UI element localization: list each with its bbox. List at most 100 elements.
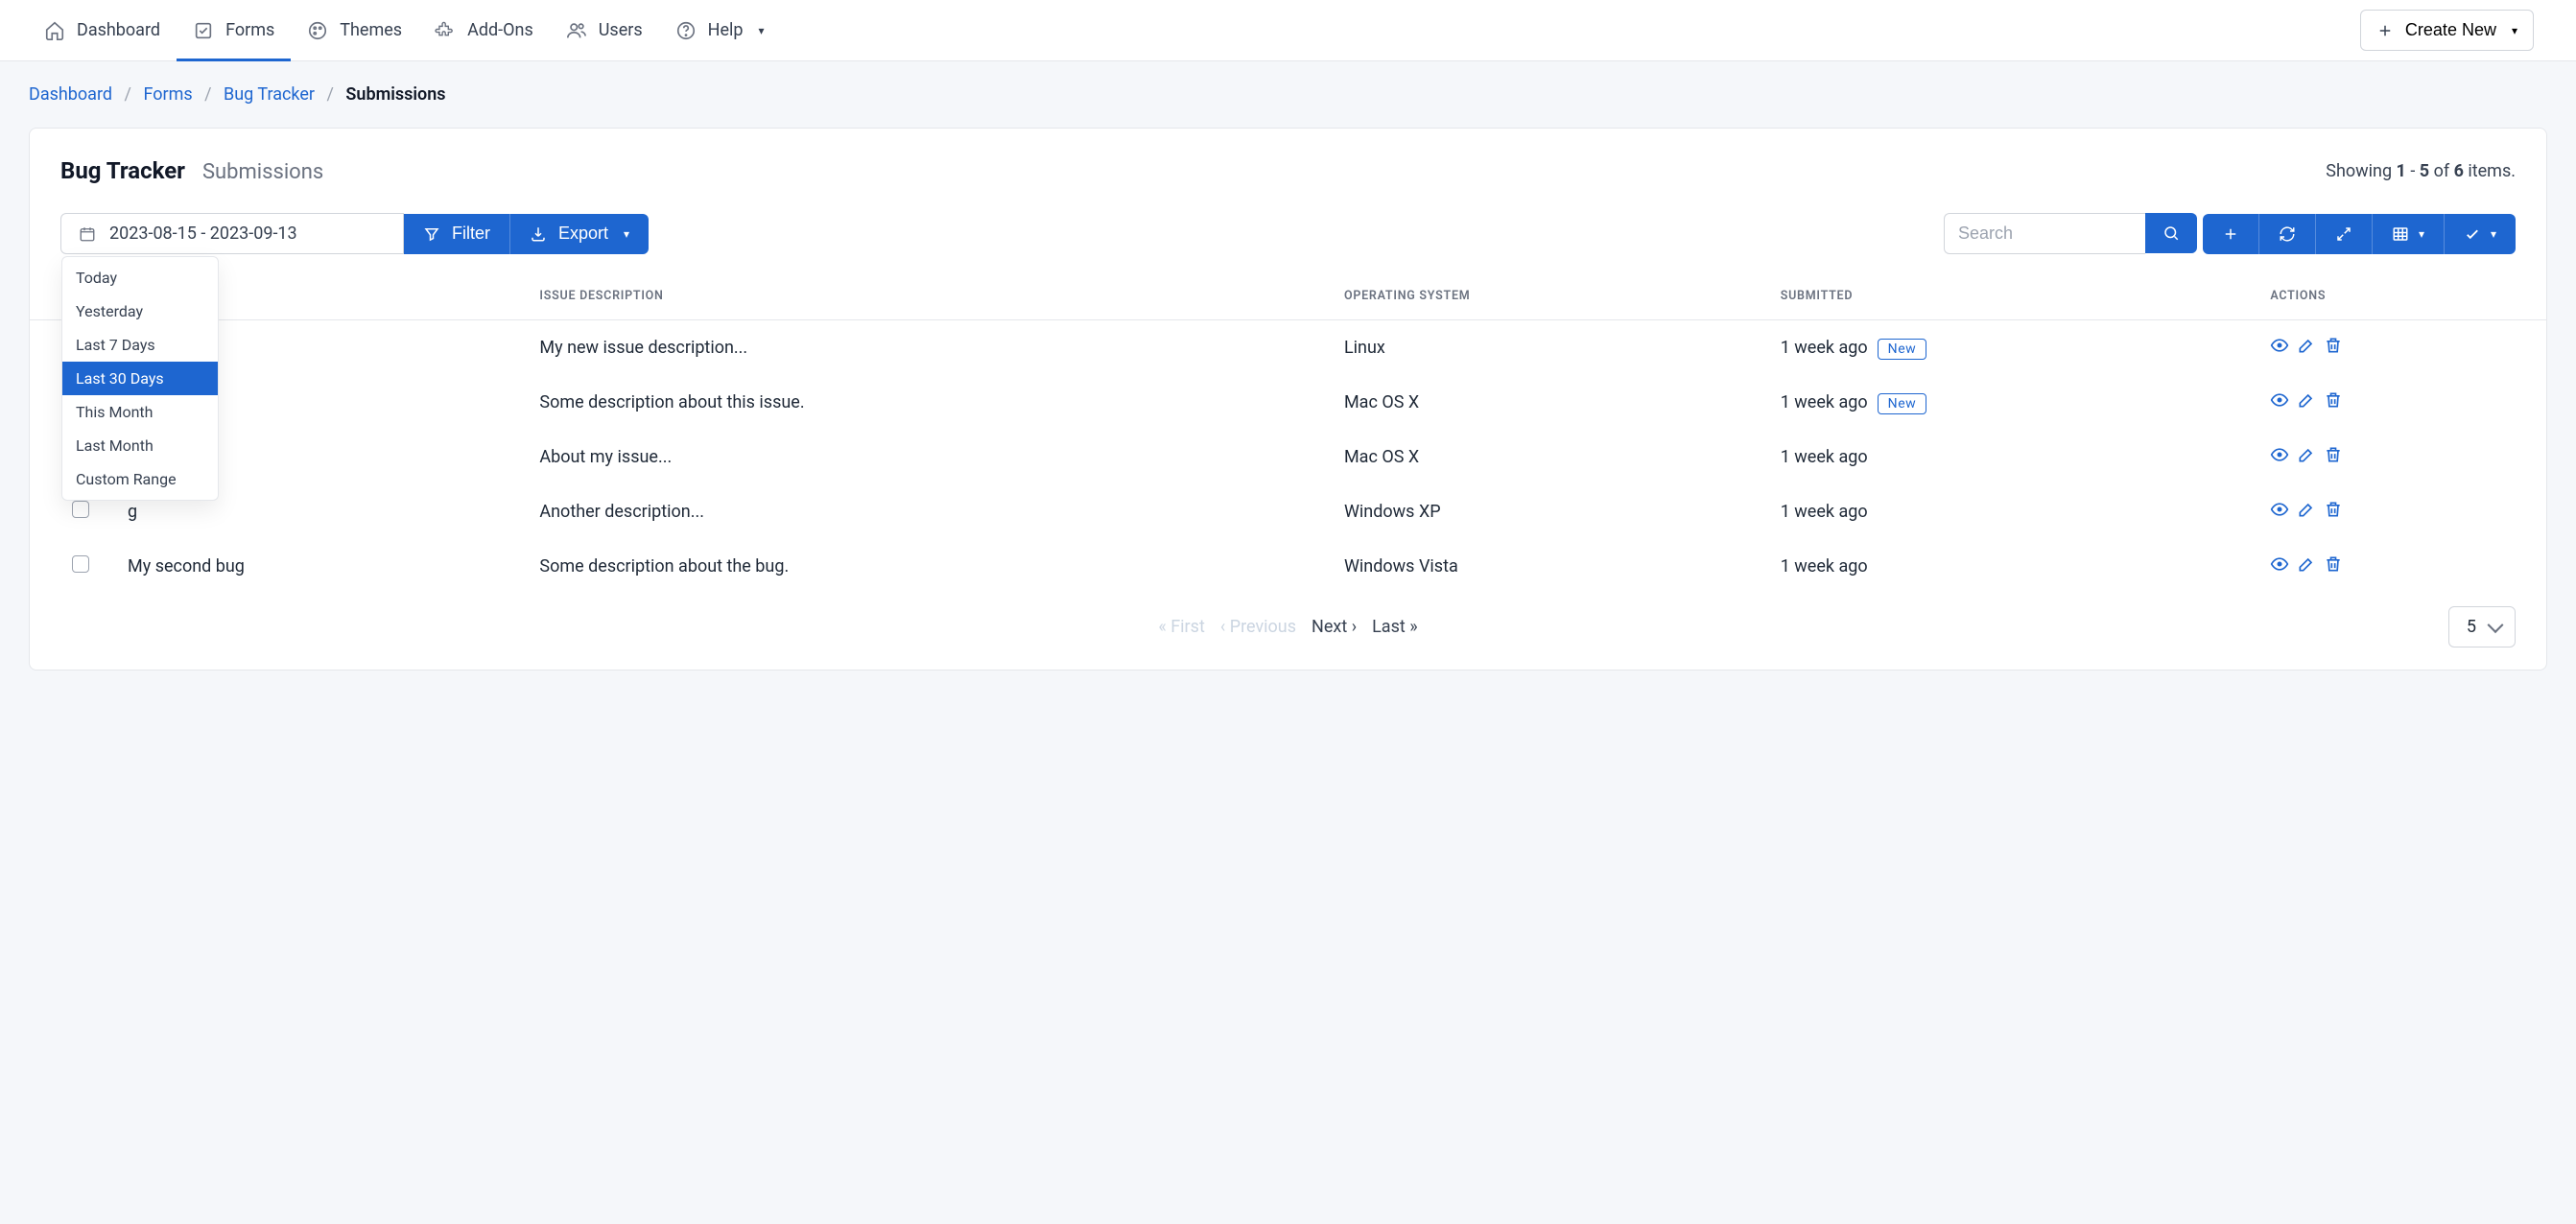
create-new-button[interactable]: Create New ▾ — [2360, 10, 2534, 51]
table-row: g Another description... Windows XP 1 we… — [30, 484, 2546, 539]
showing-count: Showing 1 - 5 of 6 items. — [2326, 161, 2516, 181]
date-preset-today[interactable]: Today — [62, 261, 218, 294]
cell-issue-desc: Some description about this issue. — [520, 375, 1325, 430]
table-row: My second bug Some description about the… — [30, 539, 2546, 594]
plus-icon — [2376, 22, 2394, 39]
pagination-bar: « First ‹ Previous Next › Last » 5 — [30, 594, 2546, 670]
row-checkbox[interactable] — [72, 555, 89, 573]
search-input[interactable] — [1944, 213, 2145, 254]
apply-button[interactable]: ▾ — [2445, 214, 2516, 254]
row-actions — [2270, 554, 2527, 578]
check-icon — [2464, 225, 2481, 243]
delete-icon[interactable] — [2324, 445, 2343, 469]
nav-themes-label: Themes — [340, 20, 402, 40]
delete-icon[interactable] — [2324, 554, 2343, 578]
submissions-card: Bug Tracker Submissions Showing 1 - 5 of… — [29, 128, 2547, 671]
page-next-label: Next — [1312, 617, 1347, 637]
nav-users[interactable]: Users — [564, 1, 645, 60]
plus-icon — [2222, 225, 2239, 243]
cell-title: My second bug — [108, 539, 520, 594]
nav-forms[interactable]: Forms — [191, 1, 276, 60]
search-button[interactable] — [2145, 213, 2197, 253]
delete-icon[interactable] — [2324, 336, 2343, 360]
edit-icon[interactable] — [2297, 445, 2316, 469]
cell-submitted: 1 week agoNew — [1761, 375, 2252, 430]
cell-os: Mac OS X — [1325, 430, 1761, 484]
calendar-icon — [79, 225, 96, 243]
per-page-select[interactable]: 5 — [2448, 606, 2516, 647]
breadcrumb-bugtracker[interactable]: Bug Tracker — [224, 84, 315, 105]
status-badge: New — [1878, 339, 1927, 360]
chevron-down-icon: ▾ — [2512, 24, 2517, 37]
row-actions — [2270, 500, 2527, 524]
chevron-down-icon: ▾ — [759, 24, 765, 37]
nav-forms-label: Forms — [225, 20, 274, 40]
showing-dash: - — [2406, 161, 2420, 181]
view-icon[interactable] — [2270, 445, 2289, 469]
breadcrumb-forms[interactable]: Forms — [143, 84, 192, 105]
per-page-value: 5 — [2467, 617, 2476, 637]
expand-button[interactable] — [2316, 214, 2373, 254]
nav-addons[interactable]: Add-Ons — [433, 1, 535, 60]
view-icon[interactable] — [2270, 500, 2289, 524]
date-range-value: 2023-08-15 - 2023-09-13 — [109, 224, 297, 244]
columns-button[interactable]: ▾ — [2373, 214, 2445, 254]
page-last-label: Last — [1372, 617, 1406, 637]
col-submitted: SUBMITTED — [1761, 271, 2252, 320]
puzzle-icon — [435, 20, 456, 41]
delete-icon[interactable] — [2324, 390, 2343, 414]
date-preset-last30[interactable]: Last 30 Days — [62, 362, 218, 395]
showing-from: 1 — [2397, 161, 2406, 181]
chevron-down-icon: ▾ — [2491, 227, 2496, 241]
card-title-wrap: Bug Tracker Submissions — [60, 157, 323, 184]
delete-icon[interactable] — [2324, 500, 2343, 524]
cell-issue-desc: Another description... — [520, 484, 1325, 539]
card-header: Bug Tracker Submissions Showing 1 - 5 of… — [30, 129, 2546, 213]
nav-themes[interactable]: Themes — [305, 1, 404, 60]
nav-dashboard[interactable]: Dashboard — [42, 1, 162, 60]
palette-icon — [307, 20, 328, 41]
download-icon — [530, 225, 547, 243]
date-preset-dropdown: Today Yesterday Last 7 Days Last 30 Days… — [61, 256, 219, 501]
page-last[interactable]: Last » — [1372, 617, 1418, 637]
pagination: « First ‹ Previous Next › Last » — [1158, 617, 1417, 637]
table-row: itle Some description about this issue. … — [30, 375, 2546, 430]
cell-issue-desc: About my issue... — [520, 430, 1325, 484]
edit-icon[interactable] — [2297, 390, 2316, 414]
breadcrumb-dashboard[interactable]: Dashboard — [29, 84, 112, 105]
toolbar: 2023-08-15 - 2023-09-13 Today Yesterday … — [30, 213, 2546, 254]
grid-icon — [2392, 225, 2409, 243]
date-preset-last7[interactable]: Last 7 Days — [62, 328, 218, 362]
row-actions — [2270, 390, 2527, 414]
page-next[interactable]: Next › — [1312, 617, 1357, 637]
page-first: « First — [1158, 617, 1205, 637]
date-range-picker[interactable]: 2023-08-15 - 2023-09-13 Today Yesterday … — [60, 213, 404, 254]
cell-issue-desc: Some description about the bug. — [520, 539, 1325, 594]
date-preset-custom[interactable]: Custom Range — [62, 462, 218, 496]
col-actions: ACTIONS — [2251, 271, 2546, 320]
row-checkbox[interactable] — [72, 501, 89, 518]
date-preset-thismonth[interactable]: This Month — [62, 395, 218, 429]
filter-label: Filter — [452, 224, 490, 244]
view-icon[interactable] — [2270, 390, 2289, 414]
filter-button[interactable]: Filter — [404, 214, 510, 254]
edit-icon[interactable] — [2297, 500, 2316, 524]
add-button[interactable] — [2203, 214, 2259, 254]
breadcrumb-separator: / — [204, 84, 211, 105]
nav-help[interactable]: Help ▾ — [674, 1, 767, 60]
refresh-button[interactable] — [2259, 214, 2316, 254]
help-icon — [675, 20, 697, 41]
export-button[interactable]: Export ▾ — [510, 214, 649, 254]
nav-addons-label: Add-Ons — [467, 20, 533, 40]
edit-icon[interactable] — [2297, 336, 2316, 360]
page-previous: ‹ Previous — [1220, 617, 1296, 637]
view-icon[interactable] — [2270, 554, 2289, 578]
date-preset-lastmonth[interactable]: Last Month — [62, 429, 218, 462]
filter-icon — [423, 225, 440, 243]
toolbar-left: 2023-08-15 - 2023-09-13 Today Yesterday … — [60, 213, 649, 254]
edit-icon[interactable] — [2297, 554, 2316, 578]
cell-submitted: 1 week agoNew — [1761, 320, 2252, 376]
date-preset-yesterday[interactable]: Yesterday — [62, 294, 218, 328]
showing-to: 5 — [2420, 161, 2429, 181]
view-icon[interactable] — [2270, 336, 2289, 360]
